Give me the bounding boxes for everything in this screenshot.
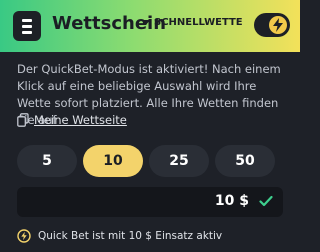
stake-option-10[interactable]: 10	[83, 145, 143, 177]
copy-icon	[17, 113, 29, 127]
my-bets-link-row[interactable]: Meine Wettseite	[17, 112, 127, 128]
menu-icon-bar	[22, 31, 32, 34]
stake-option-50[interactable]: 50	[215, 145, 275, 177]
my-bets-link[interactable]: Meine Wettseite	[34, 113, 127, 127]
menu-icon-bar	[22, 25, 32, 28]
lightning-circle-icon	[17, 229, 31, 243]
menu-icon	[22, 19, 32, 22]
quick-bet-status-text: Quick Bet ist mit 10 $ Einsatz aktiv	[38, 230, 223, 242]
stake-amount-value: 10 $	[214, 193, 249, 209]
quick-bet-toggle[interactable]	[254, 13, 290, 37]
stake-option-5[interactable]: 5	[17, 145, 77, 177]
quick-bet-status: Quick Bet ist mit 10 $ Einsatz aktiv	[17, 228, 222, 244]
stake-amount-field[interactable]: 10 $	[17, 187, 283, 217]
check-icon[interactable]	[259, 195, 273, 207]
caret-down-icon[interactable]	[142, 20, 150, 25]
toggle-knob	[269, 16, 287, 34]
quick-bet-label[interactable]: SCHNELLWETTE	[154, 17, 243, 28]
stake-option-25[interactable]: 25	[149, 145, 209, 177]
lightning-icon	[273, 18, 283, 32]
betslip-header: Wettschein SCHNELLWETTE	[0, 0, 300, 52]
menu-button[interactable]	[13, 11, 41, 41]
